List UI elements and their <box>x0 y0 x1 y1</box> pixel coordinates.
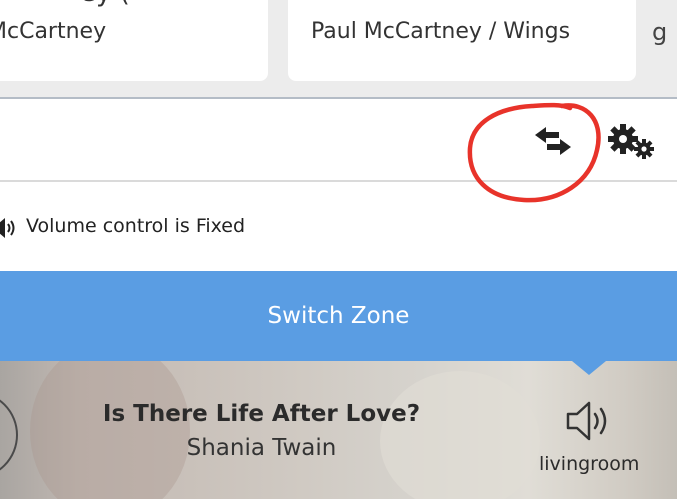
track-title: Is There Life After Love? <box>102 401 421 427</box>
zone-pointer-arrow <box>572 361 606 375</box>
swap-arrows-icon[interactable] <box>535 126 571 160</box>
speaker-icon <box>0 217 18 243</box>
zone-card-current[interactable]: Paul McCartney / Wings <box>288 0 636 81</box>
speaker-icon[interactable] <box>565 399 613 447</box>
zone-card-subtitle: McCartney <box>0 19 107 44</box>
switch-zone-button[interactable]: Switch Zone <box>0 271 677 361</box>
zone-card-title: ey ( <box>80 0 130 8</box>
current-zone-name[interactable]: livingroom <box>539 453 639 475</box>
now-playing-bar[interactable]: Is There Life After Love? Shania Twain l… <box>0 361 677 499</box>
zone-card-subtitle: Paul McCartney / Wings <box>311 19 571 44</box>
volume-status-text: Volume control is Fixed <box>26 215 246 237</box>
zone-card-next-peek: g <box>652 18 668 46</box>
zone-card-prev[interactable]: ey ( McCartney <box>0 0 268 81</box>
track-artist: Shania Twain <box>186 435 337 461</box>
zone-panel: Volume control is Fixed <box>0 97 677 273</box>
gears-icon[interactable] <box>608 123 656 167</box>
volume-status-row: Volume control is Fixed <box>0 182 677 273</box>
background-blur <box>30 361 190 499</box>
